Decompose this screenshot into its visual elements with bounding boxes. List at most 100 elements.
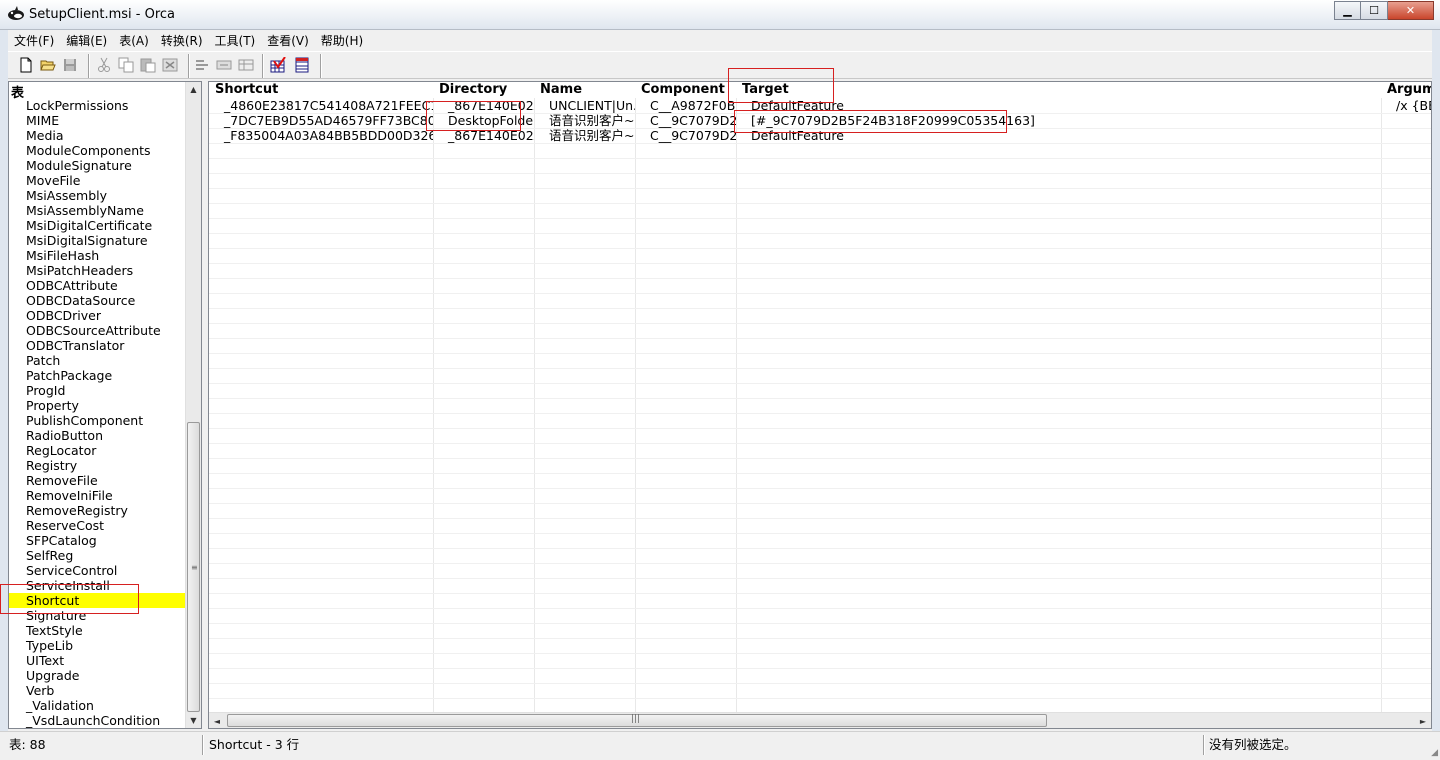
table-list-item[interactable]: RemoveIniFile — [9, 488, 187, 503]
open-folder-icon[interactable] — [40, 57, 56, 73]
menu-view[interactable]: 查看(V) — [261, 30, 315, 50]
table-list-item[interactable]: ODBCDriver — [9, 308, 187, 323]
table-list-item[interactable]: ModuleSignature — [9, 158, 187, 173]
minimize-button[interactable]: ▁ — [1334, 1, 1361, 20]
column-header-shortcut[interactable]: Shortcut — [209, 82, 433, 99]
scroll-up-arrow-icon[interactable]: ▲ — [186, 82, 201, 97]
menu-edit[interactable]: 编辑(E) — [60, 30, 113, 50]
table-list-item[interactable]: RegLocator — [9, 443, 187, 458]
grid-cell[interactable]: C__9C7079D2B... — [645, 113, 736, 128]
table-list-item[interactable]: ServiceControl — [9, 563, 187, 578]
table-list-item[interactable]: TypeLib — [9, 638, 187, 653]
table-list-item[interactable]: MsiAssembly — [9, 188, 187, 203]
table-list-item[interactable]: ODBCDataSource — [9, 293, 187, 308]
annotation-box-target-cell — [734, 110, 1007, 133]
table-list-item[interactable]: Registry — [9, 458, 187, 473]
grid-cell[interactable]: 语音识别客户~... — [544, 128, 635, 143]
orca-app-icon[interactable] — [7, 6, 25, 22]
table-list-item[interactable]: RemoveFile — [9, 473, 187, 488]
status-divider — [202, 735, 204, 755]
table-list-item[interactable]: MsiDigitalCertificate — [9, 218, 187, 233]
table-list-item[interactable]: PublishComponent — [9, 413, 187, 428]
table-list-item[interactable]: ODBCTranslator — [9, 338, 187, 353]
maximize-button[interactable]: ☐ — [1361, 1, 1388, 20]
column-header-name[interactable]: Name — [534, 82, 635, 99]
scroll-left-arrow-icon[interactable]: ◄ — [209, 713, 225, 728]
tables-vertical-scrollbar[interactable]: ▲ ≡ ▼ — [185, 82, 201, 728]
menu-transform[interactable]: 转换(R) — [155, 30, 209, 50]
cut-icon[interactable] — [96, 57, 112, 73]
table-list-item[interactable]: UIText — [9, 653, 187, 668]
grid-cell[interactable]: _4860E23817C541408A721FEEC1... — [219, 98, 433, 113]
menu-file[interactable]: 文件(F) — [8, 30, 60, 50]
table-icon[interactable] — [238, 57, 254, 73]
import-icon[interactable] — [194, 57, 210, 73]
row-divider — [209, 413, 1431, 414]
table-list-item[interactable]: Verb — [9, 683, 187, 698]
table-list-item[interactable]: TextStyle — [9, 623, 187, 638]
grid-cell[interactable]: UNCLIENT|Un... — [544, 98, 635, 113]
scroll-down-arrow-icon[interactable]: ▼ — [186, 713, 201, 728]
menu-tools[interactable]: 工具(T) — [209, 30, 262, 50]
table-list-item[interactable]: ODBCAttribute — [9, 278, 187, 293]
grid-cell[interactable]: _F835004A03A84BB5BDD00D326... — [219, 128, 433, 143]
delete-icon[interactable] — [162, 57, 178, 73]
row-divider — [209, 563, 1431, 564]
table-list-item[interactable]: MsiDigitalSignature — [9, 233, 187, 248]
table-list-item[interactable]: RemoveRegistry — [9, 503, 187, 518]
export-icon[interactable] — [216, 57, 232, 73]
resize-grip-icon[interactable]: ◢ — [1431, 748, 1438, 758]
grid-cell[interactable]: 语音识别客户~... — [544, 113, 635, 128]
table-list-item[interactable]: MoveFile — [9, 173, 187, 188]
grid-horizontal-scrollbar[interactable]: ◄ ||| ► — [209, 712, 1431, 728]
table-list-item[interactable]: Patch — [9, 353, 187, 368]
table-list-item[interactable]: MsiFileHash — [9, 248, 187, 263]
table-list-item[interactable]: LockPermissions — [9, 98, 187, 113]
window-controls: ▁ ☐ ✕ — [1334, 1, 1434, 20]
menu-help[interactable]: 帮助(H) — [315, 30, 369, 50]
tables-scroll-thumb[interactable]: ≡ — [187, 422, 200, 712]
window-title: SetupClient.msi - Orca — [29, 7, 176, 22]
grid-cell[interactable]: C__9C7079D2B... — [645, 128, 736, 143]
column-header-arguments[interactable]: Argume — [1381, 82, 1431, 99]
table-list-item[interactable]: ReserveCost — [9, 518, 187, 533]
table-list-item[interactable]: Property — [9, 398, 187, 413]
table-list-item[interactable]: RadioButton — [9, 428, 187, 443]
copy-icon[interactable] — [118, 57, 134, 73]
table-list-item[interactable]: _VsdLaunchCondition — [9, 713, 187, 728]
table-list-item[interactable]: SelfReg — [9, 548, 187, 563]
paste-icon[interactable] — [140, 57, 156, 73]
grid-cell[interactable]: /x {BE65 — [1391, 98, 1431, 113]
save-icon[interactable] — [62, 57, 78, 73]
table-list-item[interactable]: ProgId — [9, 383, 187, 398]
table-list-item[interactable]: MIME — [9, 113, 187, 128]
grid-cell[interactable]: _7DC7EB9D55AD46579FF73BC80... — [219, 113, 433, 128]
table-list-item[interactable]: ModuleComponents — [9, 143, 187, 158]
row-divider — [209, 383, 1431, 384]
table-list-item[interactable]: Upgrade — [9, 668, 187, 683]
table-list-item[interactable]: ODBCSourceAttribute — [9, 323, 187, 338]
grid-cell[interactable]: C__A9872F0BF... — [645, 98, 736, 113]
grid-scroll-thumb[interactable]: ||| — [227, 714, 1047, 727]
table-list-item[interactable]: _Validation — [9, 698, 187, 713]
table-list-item[interactable]: MsiPatchHeaders — [9, 263, 187, 278]
table-list-item[interactable]: Media — [9, 128, 187, 143]
tables-list-pane[interactable]: 表 LockPermissions MIME Media ModuleComponen… — [8, 81, 202, 729]
toolbar-separator — [188, 54, 190, 78]
table-list-item[interactable]: SFPCatalog — [9, 533, 187, 548]
scroll-right-arrow-icon[interactable]: ► — [1415, 713, 1431, 728]
validate-icon[interactable] — [270, 57, 286, 73]
table-grid-pane[interactable]: Shortcut Directory Name Component Target… — [208, 81, 1432, 729]
table-list-item[interactable]: PatchPackage — [9, 368, 187, 383]
grid-cell[interactable] — [1391, 113, 1431, 128]
status-current-table: Shortcut - 3 行 — [209, 737, 300, 752]
close-button[interactable]: ✕ — [1388, 1, 1434, 20]
grid-icon[interactable] — [294, 57, 310, 73]
row-divider — [209, 218, 1431, 219]
menu-tables[interactable]: 表(A) — [113, 30, 155, 50]
new-file-icon[interactable] — [18, 57, 34, 73]
grid-cell[interactable] — [1391, 128, 1431, 143]
table-list-item[interactable]: MsiAssemblyName — [9, 203, 187, 218]
column-header-directory[interactable]: Directory — [433, 82, 534, 99]
column-header-component[interactable]: Component — [635, 82, 736, 99]
